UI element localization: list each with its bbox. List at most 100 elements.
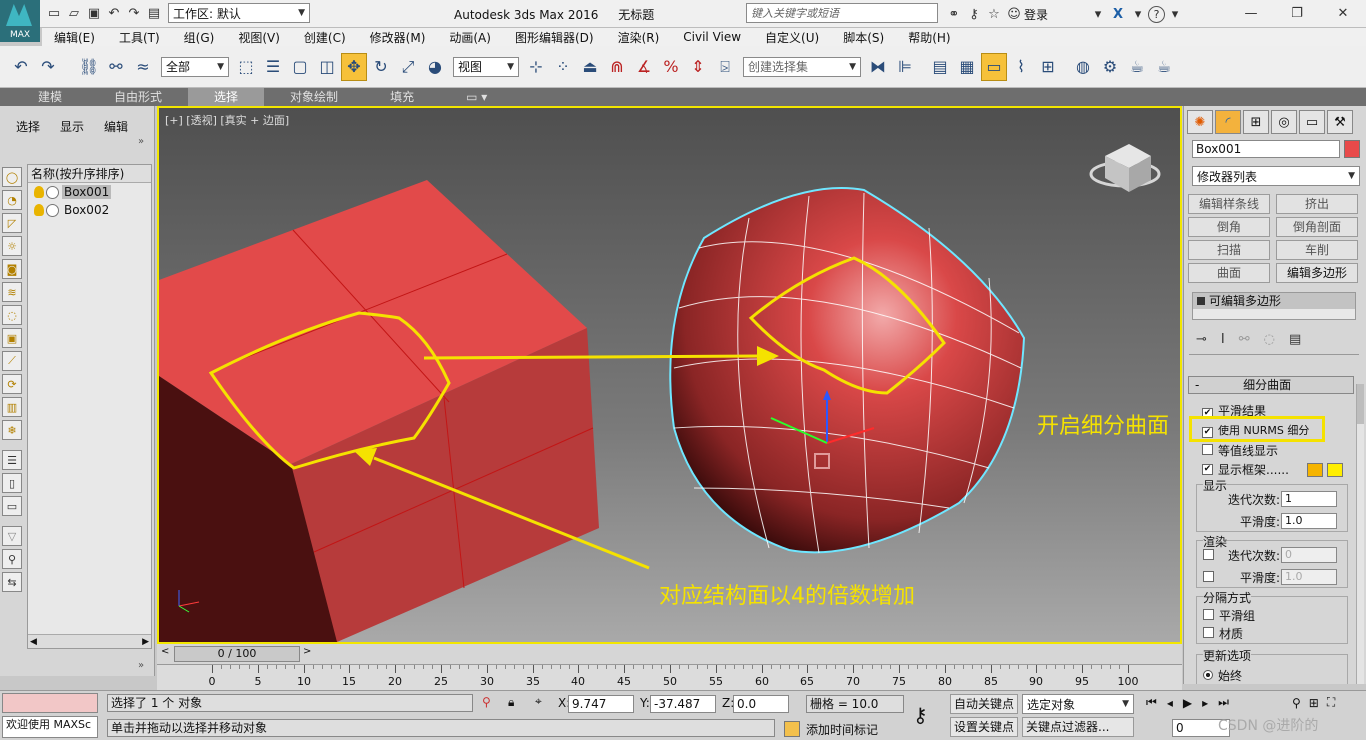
pin-stack-icon[interactable]: ⊸ — [1196, 332, 1207, 347]
containers-filter-icon[interactable]: ▥ — [2, 397, 22, 417]
track-bar[interactable]: 0 5 10 15 20 25 30 35 40 45 50 55 60 65 70 75 80 85 90 95 10… — [157, 664, 1182, 690]
list-icon[interactable]: ▭ — [2, 496, 22, 516]
modifier-button[interactable]: 倒角 — [1188, 217, 1270, 237]
utilities-tab-icon[interactable]: ⚒ — [1327, 110, 1353, 134]
unlink-icon[interactable]: ⚯ — [103, 53, 129, 81]
modify-tab-icon[interactable]: ◜ — [1215, 110, 1241, 134]
geometry-filter-icon[interactable]: ◔ — [2, 190, 22, 210]
select-scale-icon[interactable]: ⤢ — [395, 53, 421, 81]
menu-item[interactable]: 组(G) — [172, 29, 227, 46]
pivot-center-icon[interactable]: ⊹ — [523, 53, 549, 81]
object-color-swatch[interactable] — [1344, 140, 1360, 158]
hierarchy-icon[interactable]: ☰ — [2, 450, 22, 470]
configure-sets-icon[interactable]: ▤ — [1289, 332, 1301, 347]
previous-frame-icon[interactable]: ◂ — [1167, 696, 1173, 710]
restore-icon[interactable]: ❐ — [1274, 3, 1320, 23]
display-tab-icon[interactable]: ▭ — [1299, 110, 1325, 134]
create-tab-icon[interactable]: ✺ — [1187, 110, 1213, 134]
time-slider[interactable]: 0 / 100 — [174, 646, 300, 662]
motion-tab-icon[interactable]: ◎ — [1271, 110, 1297, 134]
undo-icon[interactable]: ↶ — [8, 53, 34, 81]
menu-item[interactable]: 修改器(M) — [358, 29, 438, 46]
materials-row[interactable]: 材质 — [1203, 625, 1243, 642]
go-to-end-icon[interactable]: ⏭ — [1218, 695, 1229, 710]
star-icon[interactable]: ☆ — [984, 4, 1004, 24]
key-filters-button[interactable]: 关键点过滤器... — [1022, 717, 1134, 737]
modifier-button[interactable]: 编辑多边形 — [1276, 263, 1358, 283]
absolute-mode-icon[interactable]: ⌖ — [535, 694, 542, 709]
render-smoothness-checkbox[interactable] — [1203, 571, 1214, 582]
box002-cube[interactable] — [159, 180, 599, 642]
curve-editor-icon[interactable]: ⌇ — [1008, 53, 1034, 81]
cameras-filter-icon[interactable]: ◙ — [2, 259, 22, 279]
scene-explorer-tab[interactable]: 选择 — [16, 118, 40, 135]
ribbon-options-icon[interactable]: ▭ ▾ — [440, 88, 513, 106]
find-icon[interactable]: ⚲ — [2, 549, 22, 569]
align-icon[interactable]: ⊫ — [892, 53, 918, 81]
rollout-subdivision-surface[interactable]: - 细分曲面 — [1188, 376, 1354, 394]
viewcube[interactable] — [1089, 144, 1161, 192]
go-to-start-icon[interactable]: ⏮ — [1146, 695, 1157, 710]
zoom-icon[interactable]: ⚲ — [1292, 696, 1301, 710]
isoline-row[interactable]: 等值线显示 — [1202, 442, 1278, 459]
modifier-button[interactable]: 编辑样条线 — [1188, 194, 1270, 214]
select-rotate-icon[interactable]: ↻ — [368, 53, 394, 81]
spinner-snap-icon[interactable]: ⇕ — [685, 53, 711, 81]
remove-modifier-icon[interactable]: ◌ — [1264, 332, 1275, 347]
expand-icon[interactable]: » — [138, 136, 144, 147]
next-frame-icon[interactable]: ▸ — [1202, 696, 1208, 710]
angle-snap-icon[interactable]: ∡ — [631, 53, 657, 81]
render-iterations-spinner[interactable]: 0 — [1281, 547, 1337, 563]
maxscript-mini-listener[interactable]: 欢迎使用 MAXSc — [2, 716, 98, 738]
keyboard-shortcut-icon[interactable]: ⏏ — [577, 53, 603, 81]
command-panel-scrollbar[interactable] — [1356, 384, 1364, 684]
search-input[interactable]: 键入关键字或短语 — [746, 3, 938, 23]
modifier-button[interactable]: 曲面 — [1188, 263, 1270, 283]
helpers-filter-icon[interactable]: ≋ — [2, 282, 22, 302]
render-production-icon[interactable]: ☕ — [1151, 53, 1177, 81]
selection-filter-dropdown[interactable]: 全部 ▼ — [161, 56, 229, 77]
bind-spacewarp-icon[interactable]: ≈ — [130, 53, 156, 81]
freeze-icon[interactable] — [46, 203, 59, 217]
maxscript-listener-red[interactable] — [2, 693, 98, 713]
menu-item[interactable]: 自定义(U) — [753, 29, 831, 46]
show-cage-row[interactable]: ✔ 显示框架...... — [1202, 461, 1343, 478]
schematic-view-icon[interactable]: ⊞ — [1035, 53, 1061, 81]
xrefs-filter-icon[interactable]: ⟳ — [2, 374, 22, 394]
frozen-filter-icon[interactable]: ❄ — [2, 420, 22, 440]
display-all-icon[interactable]: ◯ — [2, 167, 22, 187]
rendered-frame-icon[interactable]: ☕ — [1124, 53, 1150, 81]
save-icon[interactable]: ▣ — [84, 3, 104, 23]
material-editor-icon[interactable]: ◍ — [1070, 53, 1096, 81]
ribbon-toggle-icon[interactable]: ▭ — [981, 52, 1007, 81]
dropdown-icon[interactable]: ▾ — [1128, 4, 1148, 24]
perspective-viewport[interactable]: [+] [透视] [真实 + 边面] 对应结构面以4的倍数增加 开启细分曲面 — [157, 106, 1182, 644]
time-tag-icon[interactable] — [784, 721, 800, 737]
display-smoothness-spinner[interactable]: 1.0 — [1281, 513, 1337, 529]
add-time-tag[interactable]: 添加时间标记 — [806, 721, 878, 738]
maximize-viewport-icon[interactable]: ⛶ — [1327, 695, 1335, 710]
new-file-icon[interactable]: ▭ — [44, 3, 64, 23]
modifier-button[interactable]: 车削 — [1276, 240, 1358, 260]
ribbon-tab[interactable]: 填充 — [364, 88, 440, 106]
exchange-icon[interactable]: X — [1108, 4, 1128, 24]
hierarchy-tab-icon[interactable]: ⊞ — [1243, 110, 1269, 134]
box001-nurms[interactable] — [669, 187, 1026, 554]
smoothing-groups-row[interactable]: 平滑组 — [1203, 607, 1255, 624]
always-radio-row[interactable]: 始终 — [1203, 667, 1242, 684]
modifier-list-dropdown[interactable]: 修改器列表 ▼ — [1192, 166, 1360, 186]
key-mode-dropdown[interactable]: 选定对象 ▼ — [1022, 694, 1134, 714]
render-iterations-checkbox[interactable] — [1203, 549, 1214, 560]
user-icon[interactable]: ☺ — [1004, 4, 1024, 24]
login-button[interactable]: 登录 — [1024, 6, 1048, 23]
workspace-dropdown[interactable]: 工作区: 默认 ▼ — [168, 3, 310, 23]
menu-item[interactable]: 创建(C) — [292, 29, 358, 46]
previous-frame-icon[interactable]: < — [161, 646, 169, 657]
dropdown-icon[interactable]: ▾ — [1165, 4, 1185, 24]
cage-color-2-swatch[interactable] — [1326, 462, 1343, 477]
window-crossing-icon[interactable]: ◫ — [314, 53, 340, 81]
auto-key-button[interactable]: 自动关键点 — [950, 694, 1019, 714]
light-bulb-icon[interactable] — [34, 204, 44, 216]
menu-item[interactable]: 工具(T) — [107, 29, 172, 46]
shapes-filter-icon[interactable]: ◸ — [2, 213, 22, 233]
